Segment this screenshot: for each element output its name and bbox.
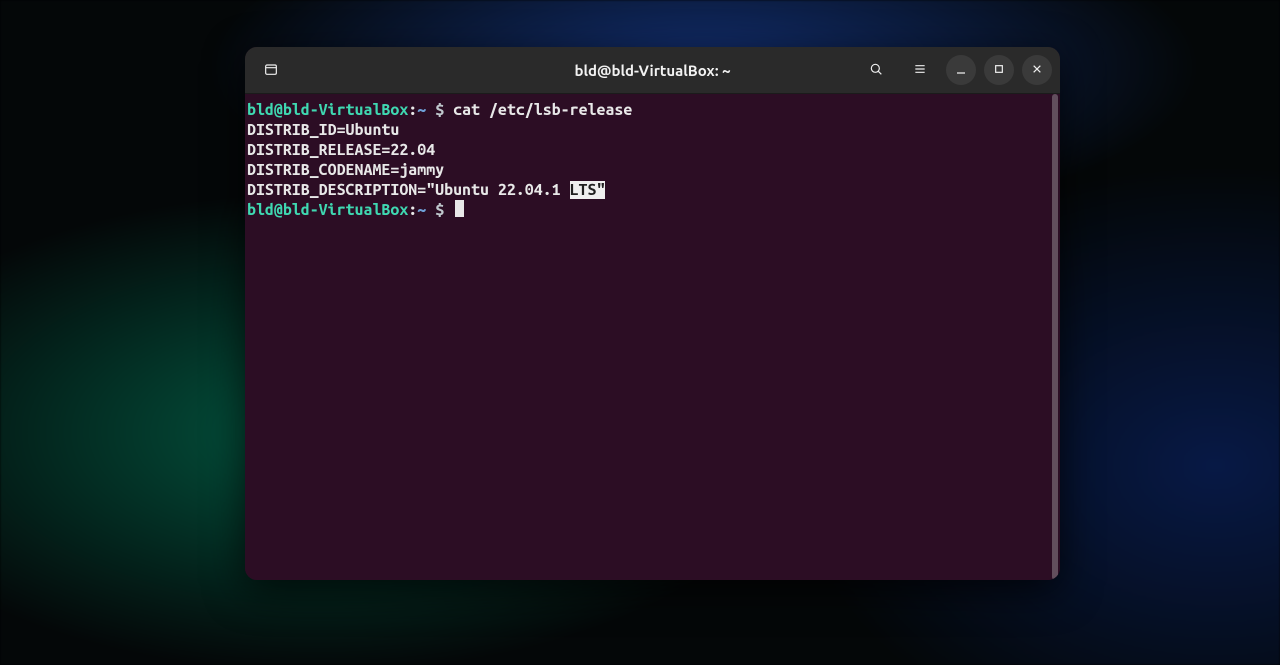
new-tab-button[interactable] <box>253 54 289 86</box>
prompt-path: ~ <box>417 201 426 219</box>
prompt-user-host: bld@bld-VirtualBox <box>247 101 408 119</box>
prompt-separator: : <box>408 101 417 119</box>
search-button[interactable] <box>858 54 894 86</box>
output-line: DISTRIB_DESCRIPTION="Ubuntu 22.04.1 LTS" <box>245 180 1060 200</box>
scrollbar[interactable] <box>1052 94 1058 580</box>
selected-text: LTS" <box>570 181 606 199</box>
output-line: DISTRIB_ID=Ubuntu <box>245 120 1060 140</box>
maximize-button[interactable] <box>984 55 1014 85</box>
menu-button[interactable] <box>902 54 938 86</box>
command-text: cat /etc/lsb-release <box>453 101 632 119</box>
output-line: DISTRIB_RELEASE=22.04 <box>245 140 1060 160</box>
prompt-user-host: bld@bld-VirtualBox <box>247 201 408 219</box>
prompt-symbol: $ <box>426 101 453 119</box>
prompt-path: ~ <box>417 101 426 119</box>
terminal-body[interactable]: bld@bld-VirtualBox:~ $ cat /etc/lsb-rele… <box>245 94 1060 580</box>
terminal-window: bld@bld-VirtualBox: ~ <box>245 47 1060 580</box>
prompt-line: bld@bld-VirtualBox:~ $ <box>245 200 1060 220</box>
close-button[interactable] <box>1022 55 1052 85</box>
search-icon <box>868 61 884 80</box>
output-text: DISTRIB_DESCRIPTION="Ubuntu 22.04.1 <box>247 181 570 199</box>
output-line: DISTRIB_CODENAME=jammy <box>245 160 1060 180</box>
maximize-icon <box>991 61 1007 80</box>
hamburger-menu-icon <box>912 61 928 80</box>
scrollbar-thumb[interactable] <box>1052 94 1058 580</box>
prompt-symbol: $ <box>426 201 453 219</box>
titlebar[interactable]: bld@bld-VirtualBox: ~ <box>245 47 1060 94</box>
minimize-button[interactable] <box>946 55 976 85</box>
close-icon <box>1029 61 1045 80</box>
prompt-separator: : <box>408 201 417 219</box>
minimize-icon <box>953 61 969 80</box>
command-line: bld@bld-VirtualBox:~ $ cat /etc/lsb-rele… <box>245 100 1060 120</box>
cursor <box>455 200 464 217</box>
new-tab-icon <box>263 61 279 80</box>
